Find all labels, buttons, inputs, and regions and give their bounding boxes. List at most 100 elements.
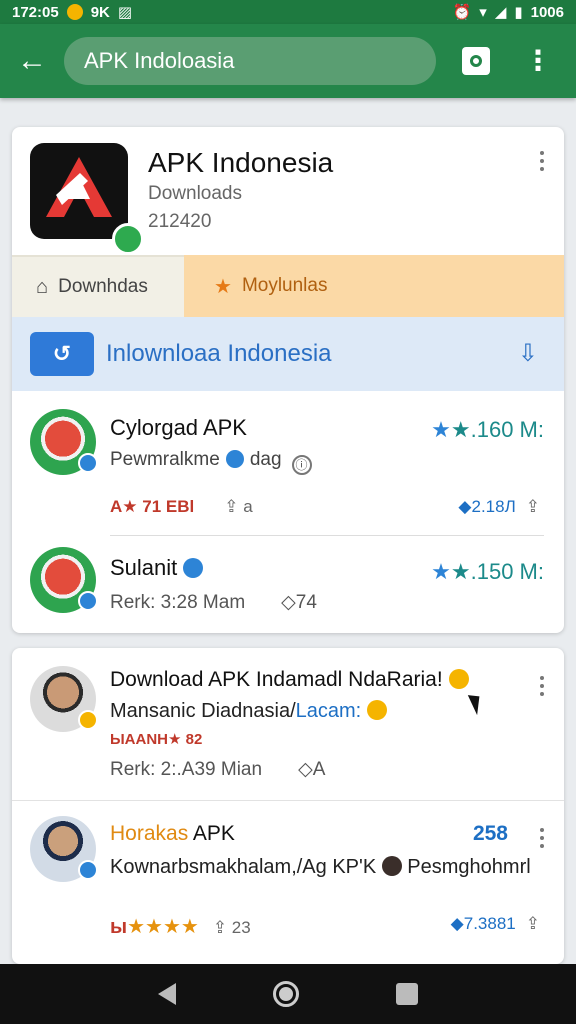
image-notification-icon: ▨: [117, 4, 133, 21]
more-options-icon[interactable]: ⋮: [524, 47, 552, 75]
feed-card: Download APK Indamadl NdaRaria! Mansanic…: [12, 648, 564, 964]
date-text: Rerk: 3:28 Mam: [110, 592, 246, 613]
star-icon: ★: [431, 417, 451, 442]
comment-icon[interactable]: ◇: [298, 759, 313, 780]
share-icon[interactable]: ⇪: [526, 914, 540, 933]
tab-downloads[interactable]: ⌂ Downhdas: [12, 255, 184, 317]
app-header: APK Indonesia Downloads 212420: [12, 127, 564, 255]
emoji-icon: [367, 700, 388, 720]
nav-home-icon[interactable]: [272, 981, 299, 1007]
avatar: [30, 547, 98, 613]
comment-icon[interactable]: ◇: [281, 592, 296, 613]
verified-icon: [78, 591, 98, 611]
camera-icon: [470, 55, 482, 67]
share-count: 23: [231, 918, 251, 937]
app-card: APK Indonesia Downloads 212420 ⌂ Downhda…: [12, 127, 564, 633]
avatar: [30, 409, 98, 475]
promo-banner[interactable]: ↺ Inlownloaa Indonesia ⇩: [12, 317, 564, 391]
feed-item[interactable]: Horakas APK 258 Kownarbsmakhalam,/Ag KP'…: [12, 802, 564, 964]
back-arrow-icon[interactable]: ←: [14, 43, 50, 79]
comment-count: 74: [295, 592, 317, 613]
item-meta: A★ 71 EBl ⇪ a: [110, 497, 253, 517]
nav-back-icon[interactable]: [158, 983, 177, 1005]
avatar-small: [381, 856, 402, 876]
feed-meta-right: ◆7.3881 ⇪: [451, 914, 540, 934]
battery-icon: ▮: [514, 4, 523, 21]
comment-count: A: [312, 759, 326, 780]
feed-number: 258: [472, 822, 508, 845]
tab-bar: ⌂ Downhdas ★ Moylunlas: [12, 255, 564, 317]
emoji-icon: [448, 669, 469, 689]
divider: [110, 535, 544, 536]
feed-subtitle: Kownarbsmakhalam,/Ag KP'K Pesmghohmrl: [110, 856, 531, 879]
item-tag: dag: [249, 449, 282, 470]
feed-title: Download APK Indamadl NdaRaria!: [110, 668, 469, 692]
list-item[interactable]: Cylorgad APK Pewmralkme dag ⓘ ★★.160 M: A★…: [12, 391, 564, 531]
item-title: Sulanit: [110, 555, 204, 581]
wifi-icon: ▾: [479, 4, 487, 21]
star-icon: ★: [431, 559, 451, 584]
nav-recents-icon[interactable]: [395, 983, 418, 1005]
item-rating: ★★.160 M:: [431, 417, 544, 443]
feed-item[interactable]: Download APK Indamadl NdaRaria! Mansanic…: [12, 648, 564, 798]
search-input[interactable]: [84, 48, 416, 74]
item-rating: ★★.150 M:: [431, 559, 544, 585]
share-icon[interactable]: ⇪: [213, 918, 232, 937]
avatar: [30, 816, 98, 882]
rating-value: ★.160 M:: [450, 417, 544, 442]
item-date: Rerk: 3:28 Mam ◇74: [110, 591, 317, 614]
feed-sub-accent: Lacam:: [295, 700, 362, 722]
app-subtitle: Downloads: [148, 183, 242, 204]
feed-subtitle: Mansanic Diadnasia/Lacam:: [110, 700, 388, 723]
meta-value: 7.3881: [463, 914, 516, 933]
date-text: Rerk: 2:.A39 Mian: [110, 759, 263, 780]
meta-value: 2.18Л: [471, 497, 516, 516]
download-count: 212420: [148, 211, 212, 232]
promo-text: Inlownloaa Indonesia: [106, 340, 332, 367]
info-icon[interactable]: ⓘ: [291, 455, 312, 475]
share-icon[interactable]: ⇪: [224, 497, 243, 516]
item-title: Cylorgad APK: [110, 415, 247, 440]
feed-menu-icon[interactable]: [538, 676, 546, 696]
tab-featured[interactable]: ★ Moylunlas: [184, 255, 564, 317]
tab-label: Downhdas: [58, 276, 148, 297]
verified-icon: [78, 710, 98, 730]
meta-label: A★ 71 EBl: [110, 497, 195, 516]
status-carrier: 9K: [90, 3, 110, 21]
refresh-icon[interactable]: ↺: [30, 332, 94, 376]
app-logo[interactable]: [30, 143, 144, 255]
verified-icon: [183, 558, 204, 578]
stars-lead: ы: [110, 916, 128, 938]
alarm-icon: ⏰: [452, 4, 472, 21]
status-bar: 172:05 9K ▨ ⏰ ▾ ◢ ▮ 1006: [0, 0, 576, 24]
feed-sub-end: Pesmghohmrl: [407, 856, 531, 878]
feed-sub-text: Mansanic Diadnasia/: [110, 700, 296, 722]
list-item[interactable]: Sulanit Rerk: 3:28 Mam ◇74 ★★.150 M:: [12, 539, 564, 633]
verified-badge-icon: [112, 223, 144, 255]
signal-icon: ◢: [494, 4, 507, 21]
rating-value: ★.150 M:: [450, 559, 544, 584]
share-count: a: [243, 497, 253, 516]
feed-title-text: Download APK Indamadl NdaRaria!: [110, 668, 443, 691]
mouse-cursor-icon: [467, 690, 487, 716]
camera-button[interactable]: [462, 47, 490, 75]
app-menu-icon[interactable]: [538, 151, 546, 171]
system-nav-bar: [0, 964, 576, 1024]
notification-icon: [66, 4, 83, 20]
search-bar[interactable]: [64, 37, 436, 85]
feed-title-text: APK: [192, 822, 235, 845]
diamond-icon: ◆: [458, 497, 472, 516]
download-icon[interactable]: ⇩: [518, 339, 538, 368]
feed-title: Horakas APK: [110, 822, 235, 846]
tab-label: Moylunlas: [241, 275, 328, 296]
item-author: Pewmralkme: [110, 449, 220, 470]
feed-date: Rerk: 2:.A39 Mian ◇A: [110, 758, 325, 781]
share-icon[interactable]: ⇪: [526, 497, 540, 516]
status-time: 172:05: [12, 3, 59, 21]
verified-icon: [225, 450, 244, 468]
item-title-text: Sulanit: [110, 555, 178, 580]
item-subtitle: Pewmralkme dag ⓘ: [110, 449, 312, 475]
feed-stars: ы★★★★ ⇪ 23: [110, 914, 251, 939]
app-bar: ← ⋮: [0, 24, 576, 98]
feed-menu-icon[interactable]: [538, 828, 546, 848]
